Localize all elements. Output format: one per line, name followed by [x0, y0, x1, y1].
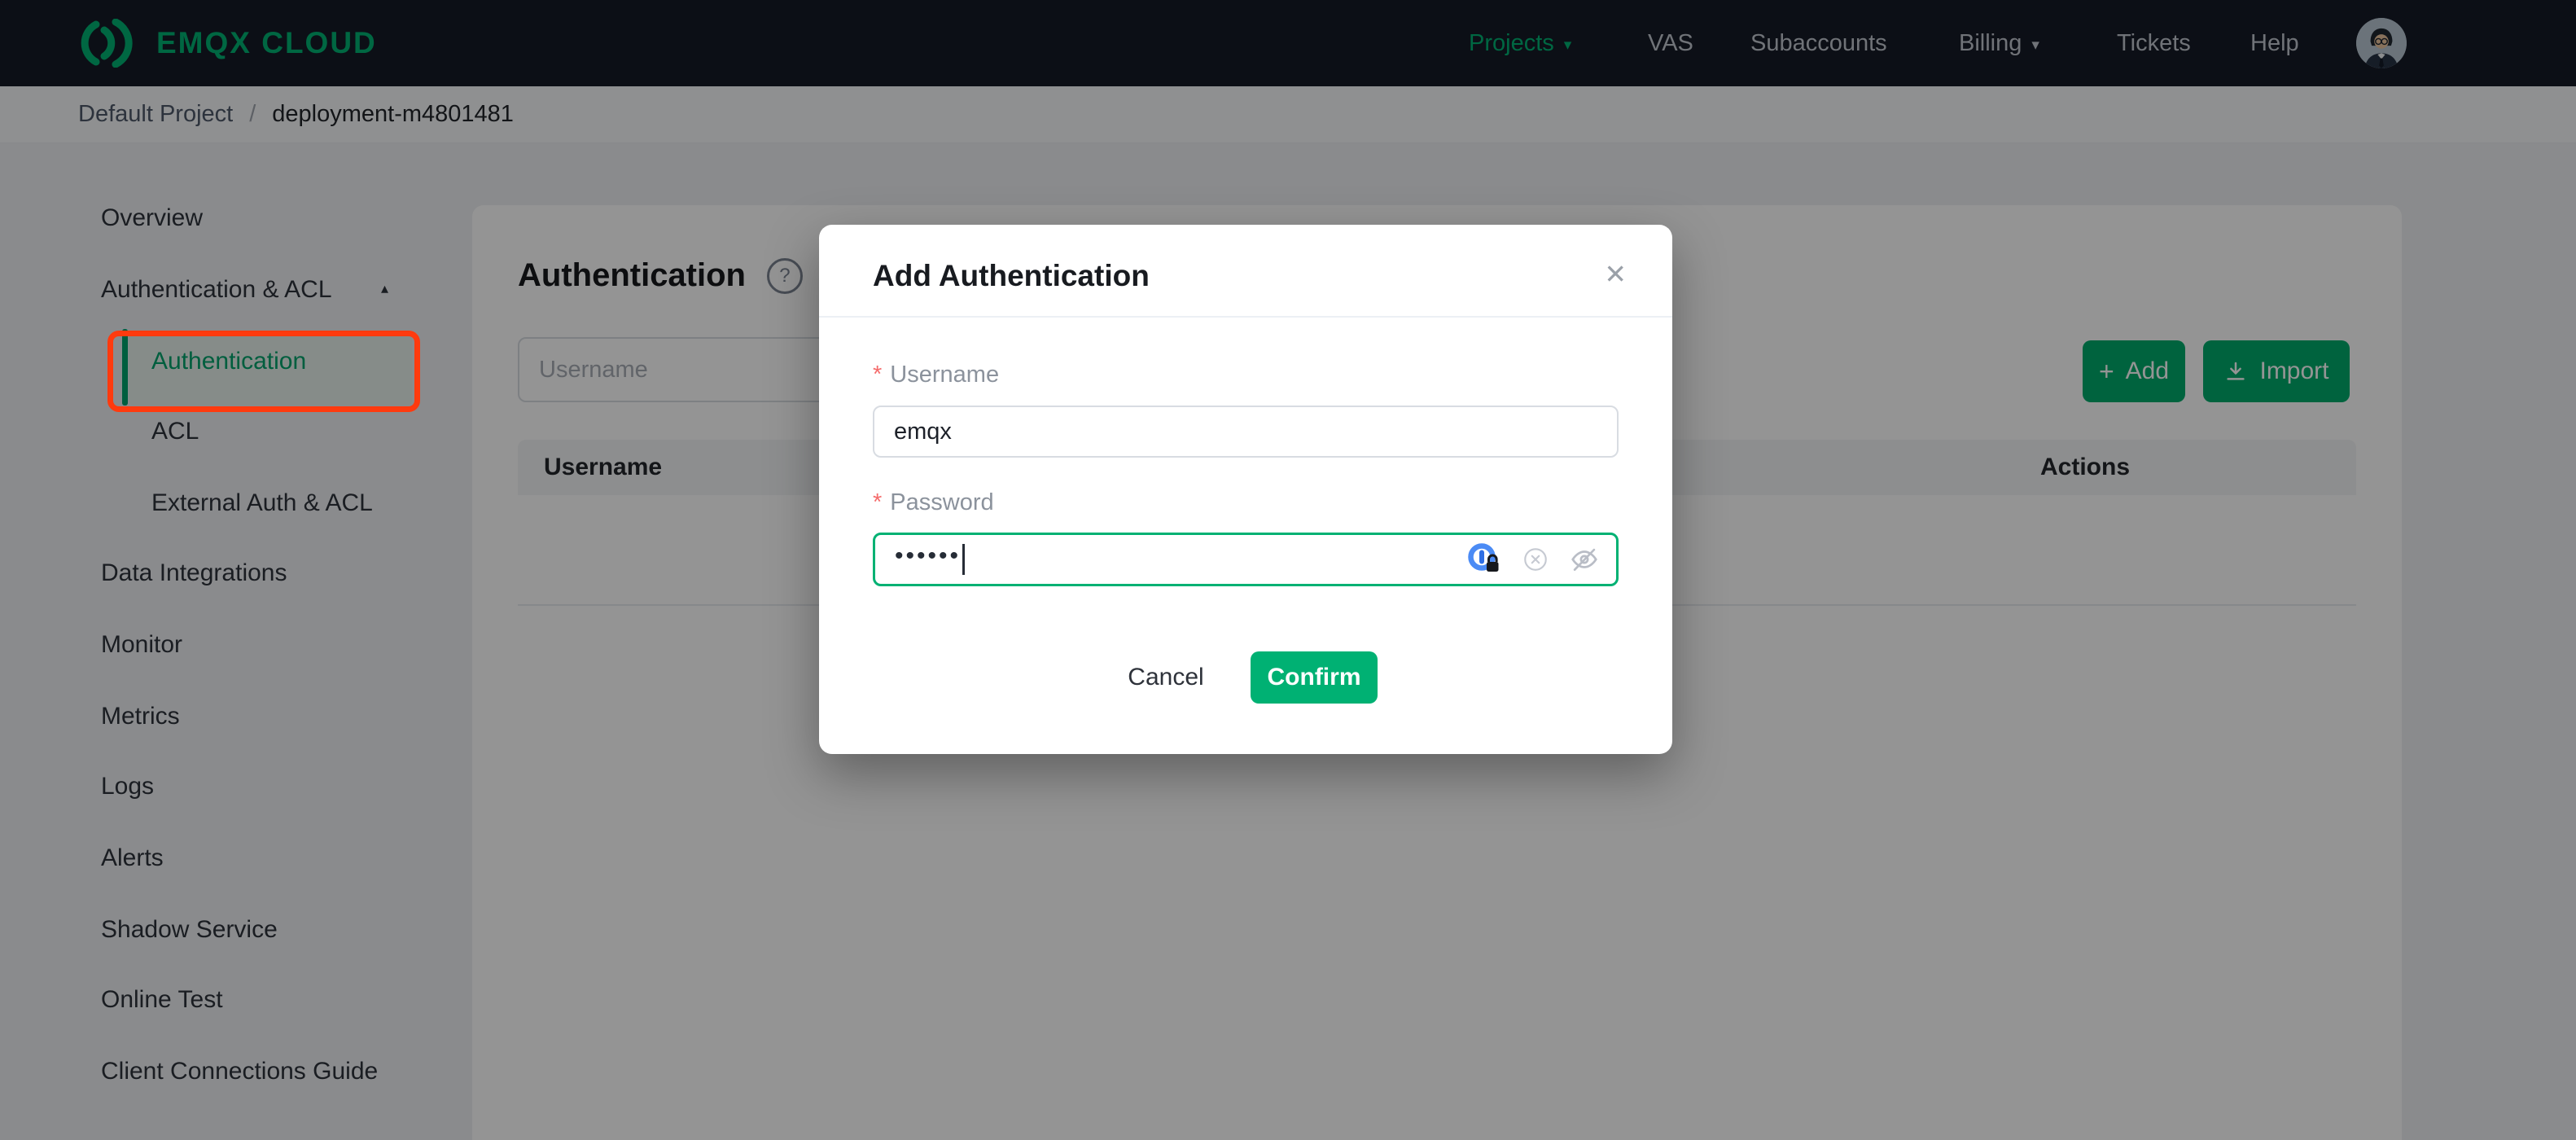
- text-cursor: [962, 544, 966, 575]
- password-field-label: * Password: [873, 489, 994, 515]
- toggle-password-visibility-icon[interactable]: [1569, 544, 1600, 575]
- required-asterisk: *: [873, 489, 883, 515]
- username-field-label: * Username: [873, 362, 1000, 388]
- dialog-title: Add Authentication: [873, 259, 1150, 292]
- cancel-button[interactable]: Cancel: [1109, 651, 1223, 704]
- required-asterisk: *: [873, 362, 883, 388]
- dialog-header-divider: [819, 316, 1672, 318]
- username-field[interactable]: [873, 406, 1619, 458]
- close-icon[interactable]: ✕: [1604, 261, 1627, 287]
- clear-input-icon[interactable]: [1522, 546, 1549, 573]
- password-field[interactable]: ••••••: [873, 533, 1619, 586]
- masked-password-value: ••••••: [895, 542, 962, 569]
- password-manager-icon[interactable]: [1466, 542, 1502, 577]
- confirm-button[interactable]: Confirm: [1251, 651, 1378, 704]
- annotation-highlight-authentication: [107, 331, 420, 412]
- emqx-cloud-console: EMQX CLOUD Projects ▾ VAS Subaccounts Bi…: [0, 0, 2576, 1140]
- add-authentication-dialog: Add Authentication ✕ * Username * Passwo…: [819, 225, 1672, 754]
- password-field-icons: [1466, 542, 1600, 577]
